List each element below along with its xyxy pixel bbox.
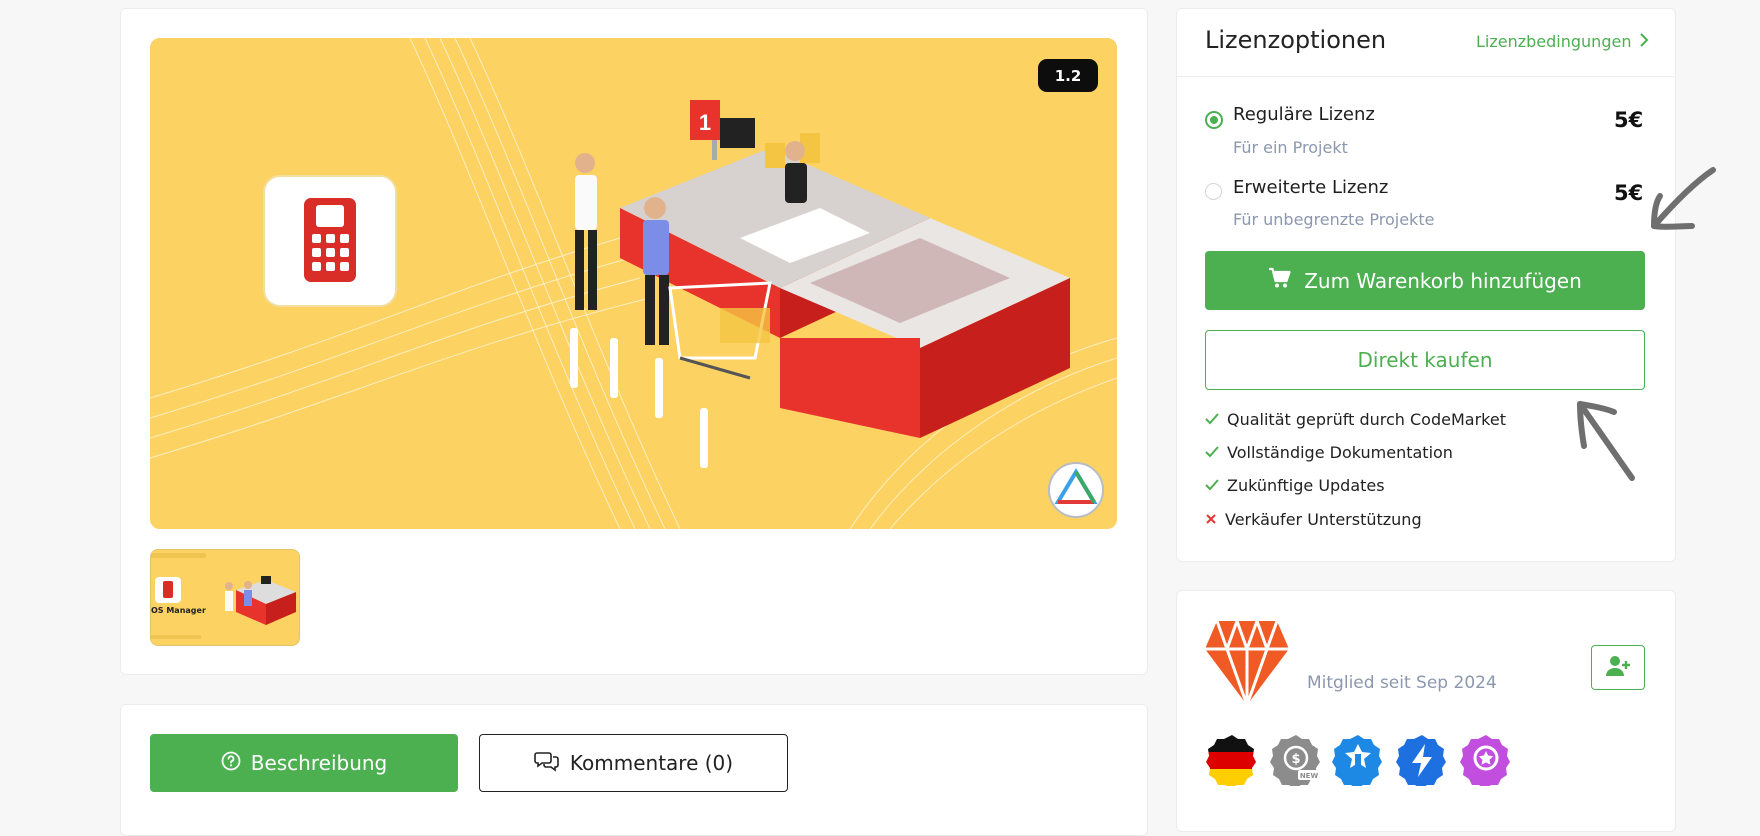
feature-documentation: Vollständige Dokumentation <box>1205 443 1453 462</box>
member-since: Mitglied seit Sep 2024 <box>1307 673 1497 693</box>
license-terms-label: Lizenzbedingungen <box>1476 32 1632 51</box>
feature-support: Verkäufer Unterstützung <box>1205 510 1422 529</box>
feature-quality: Qualität geprüft durch CodeMarket <box>1205 410 1506 429</box>
cross-icon <box>1205 510 1217 529</box>
seller-avatar[interactable] <box>1203 619 1291 711</box>
svg-text:NEW: NEW <box>1300 772 1319 780</box>
feature-updates: Zukünftige Updates <box>1205 476 1385 495</box>
cart-icon <box>1268 267 1292 294</box>
feature-documentation-label: Vollständige Dokumentation <box>1227 443 1453 462</box>
chevron-right-icon <box>1639 32 1649 51</box>
follow-seller-button[interactable] <box>1591 645 1645 690</box>
question-circle-icon <box>221 751 241 776</box>
comments-icon <box>534 750 560 777</box>
svg-text:1: 1 <box>699 110 711 135</box>
feature-quality-label: Qualität geprüft durch CodeMarket <box>1227 410 1506 429</box>
rank-badge-icon <box>1332 735 1382 786</box>
app-icon <box>263 175 397 307</box>
add-to-cart-label: Zum Warenkorb hinzufügen <box>1304 268 1582 293</box>
annotation-arrow-icon <box>1577 401 1635 481</box>
version-badge: 1.2 <box>1038 59 1098 92</box>
extended-license-sub: Für unbegrenzte Projekte <box>1233 210 1435 229</box>
buy-now-button[interactable]: Direkt kaufen <box>1205 330 1645 390</box>
tab-description-label: Beschreibung <box>250 751 388 775</box>
tab-description[interactable]: Beschreibung <box>150 734 458 792</box>
thumbnail-caption: OS Manager <box>151 606 206 615</box>
germany-flag-badge-icon <box>1206 735 1256 786</box>
regular-license-price: 5€ <box>1614 108 1644 132</box>
svg-text:$: $ <box>1291 752 1300 767</box>
tab-comments[interactable]: Kommentare (0) <box>479 734 788 792</box>
regular-license-sub: Für ein Projekt <box>1233 138 1348 157</box>
regular-license-name: Reguläre Lizenz <box>1233 104 1375 125</box>
regular-license-radio[interactable] <box>1205 111 1223 129</box>
annotation-arrow-icon <box>1651 167 1716 230</box>
award-badge-icon <box>1460 735 1510 786</box>
check-icon <box>1205 410 1219 429</box>
feature-support-label: Verkäufer Unterstützung <box>1225 510 1422 529</box>
check-icon <box>1205 443 1219 462</box>
new-seller-badge-icon: $ NEW <box>1270 735 1320 786</box>
extended-license-price: 5€ <box>1614 181 1644 205</box>
extended-license-radio[interactable] <box>1205 183 1222 200</box>
user-plus-icon <box>1605 655 1631 681</box>
add-to-cart-button[interactable]: Zum Warenkorb hinzufügen <box>1205 251 1645 310</box>
flash-badge-icon <box>1396 735 1446 786</box>
license-title: Lizenzoptionen <box>1205 26 1387 54</box>
product-main-image[interactable]: 1 <box>150 38 1117 529</box>
watermark-logo <box>1048 462 1104 518</box>
tab-comments-label: Kommentare (0) <box>569 751 734 775</box>
extended-license-name: Erweiterte Lizenz <box>1233 177 1389 198</box>
license-terms-link[interactable]: Lizenzbedingungen <box>1476 32 1649 51</box>
check-icon <box>1205 476 1219 495</box>
feature-updates-label: Zukünftige Updates <box>1227 476 1385 495</box>
product-thumbnail[interactable]: OS Manager <box>150 549 300 646</box>
